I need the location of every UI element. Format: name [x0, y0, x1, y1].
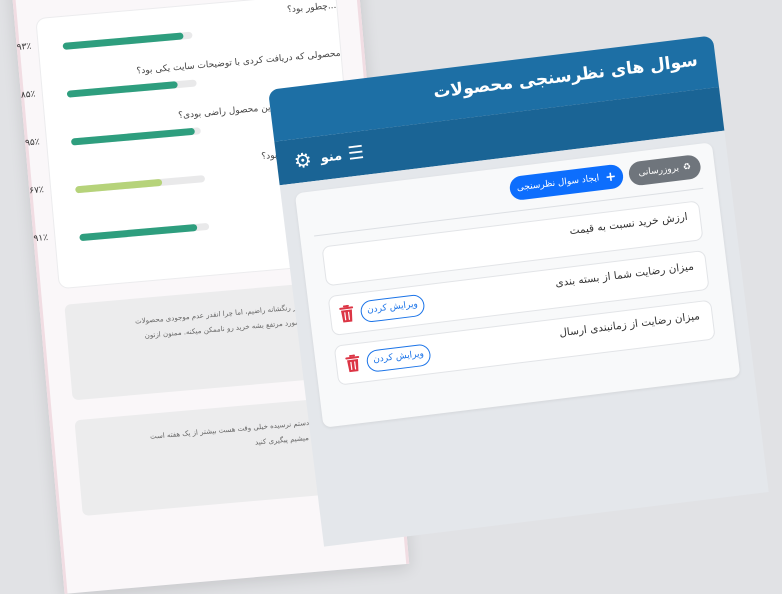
create-label: ایجاد سوال نظرسنجی: [516, 173, 600, 194]
menu-button[interactable]: ☰ منو: [319, 140, 365, 171]
menu-label: منو: [319, 148, 343, 166]
refresh-button[interactable]: ♻ بروزرسانی: [627, 153, 702, 187]
trash-icon: [345, 354, 360, 373]
settings-button[interactable]: ⚙: [289, 147, 316, 174]
edit-button[interactable]: ویرایش کردن: [365, 343, 432, 373]
result-bar-fill: [66, 81, 178, 98]
delete-button[interactable]: [338, 304, 356, 324]
comment-card: ...م از رنگشانه راضیم، اما چرا انقدر عدم…: [64, 282, 332, 401]
result-bar-fill: [62, 32, 184, 50]
result-percent: ۹۳٪: [16, 41, 32, 53]
comment-card: ...ه دستم نرسیده خیلی وقت هست بیشتر از ی…: [74, 397, 342, 516]
panel-body: ♻ بروزرسانی + ایجاد سوال نظرسنجی ارزش خر…: [279, 130, 769, 547]
create-question-button[interactable]: + ایجاد سوال نظرسنجی: [508, 163, 625, 202]
plus-icon: +: [604, 168, 617, 186]
edit-button[interactable]: ویرایش کردن: [359, 293, 426, 324]
result-percent: ۹۱٪: [33, 232, 49, 245]
refresh-label: بروزرسانی: [637, 163, 680, 179]
result-question: ...چطور بود؟: [286, 0, 337, 16]
result-percent: ۸۵٪: [20, 89, 36, 101]
result-percent: ۹۵٪: [24, 137, 41, 149]
result-bar-fill: [75, 178, 163, 194]
result-bar: [62, 31, 193, 50]
result-bar-fill: [79, 223, 198, 242]
result-bar-fill: [70, 127, 195, 146]
result-bar: [66, 79, 197, 98]
result-bar: [75, 175, 206, 194]
hamburger-icon: ☰: [346, 141, 366, 165]
result-percent: ۶۷٪: [28, 185, 45, 197]
survey-questions-panel: سوال های نظرسنجی محصولات ⚙ ☰ منو ♻ بروزر…: [268, 35, 769, 547]
questions-card: ♻ بروزرسانی + ایجاد سوال نظرسنجی ارزش خر…: [294, 142, 741, 428]
gear-icon: ⚙: [292, 147, 314, 174]
recycle-icon: ♻: [682, 162, 692, 173]
delete-button[interactable]: [344, 354, 362, 374]
result-bar: [70, 127, 202, 146]
trash-icon: [339, 304, 354, 323]
result-bar: [79, 222, 210, 242]
